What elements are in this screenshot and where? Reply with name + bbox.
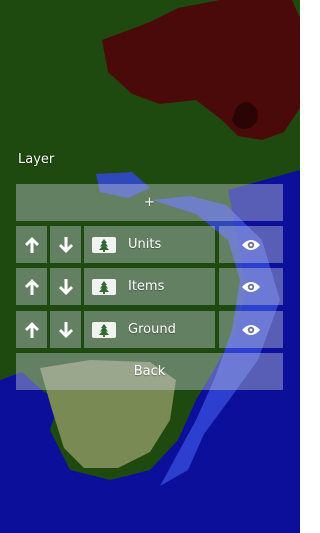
layer-row: Ground [16,311,283,348]
eye-icon [242,324,260,335]
move-layer-up-button[interactable] [16,268,47,305]
panel-title: Layer [18,152,55,167]
layer-name: Units [128,237,162,252]
tree-icon [92,321,116,338]
move-layer-up-button[interactable] [16,226,47,263]
back-button[interactable]: Back [16,353,283,390]
arrow-up-icon [24,278,39,295]
toggle-visibility-button[interactable] [219,226,283,263]
eye-icon [242,281,260,292]
layer-name: Items [128,279,165,294]
move-layer-up-button[interactable] [16,311,47,348]
arrow-down-icon [58,321,73,338]
move-layer-down-button[interactable] [50,226,81,263]
layer-name: Ground [128,322,176,337]
arrow-up-icon [24,236,39,253]
toggle-visibility-button[interactable] [219,268,283,305]
tree-icon [92,236,116,253]
move-layer-down-button[interactable] [50,311,81,348]
add-layer-button[interactable]: + [16,184,283,221]
game-map-background [0,0,300,533]
layer-select-button[interactable]: Items [84,268,215,305]
layer-row: Units [16,226,283,263]
arrow-down-icon [58,236,73,253]
arrow-up-icon [24,321,39,338]
eye-icon [242,239,260,250]
tree-icon [92,278,116,295]
arrow-down-icon [58,278,73,295]
move-layer-down-button[interactable] [50,268,81,305]
layer-select-button[interactable]: Ground [84,311,215,348]
toggle-visibility-button[interactable] [219,311,283,348]
layer-row: Items [16,268,283,305]
layer-select-button[interactable]: Units [84,226,215,263]
